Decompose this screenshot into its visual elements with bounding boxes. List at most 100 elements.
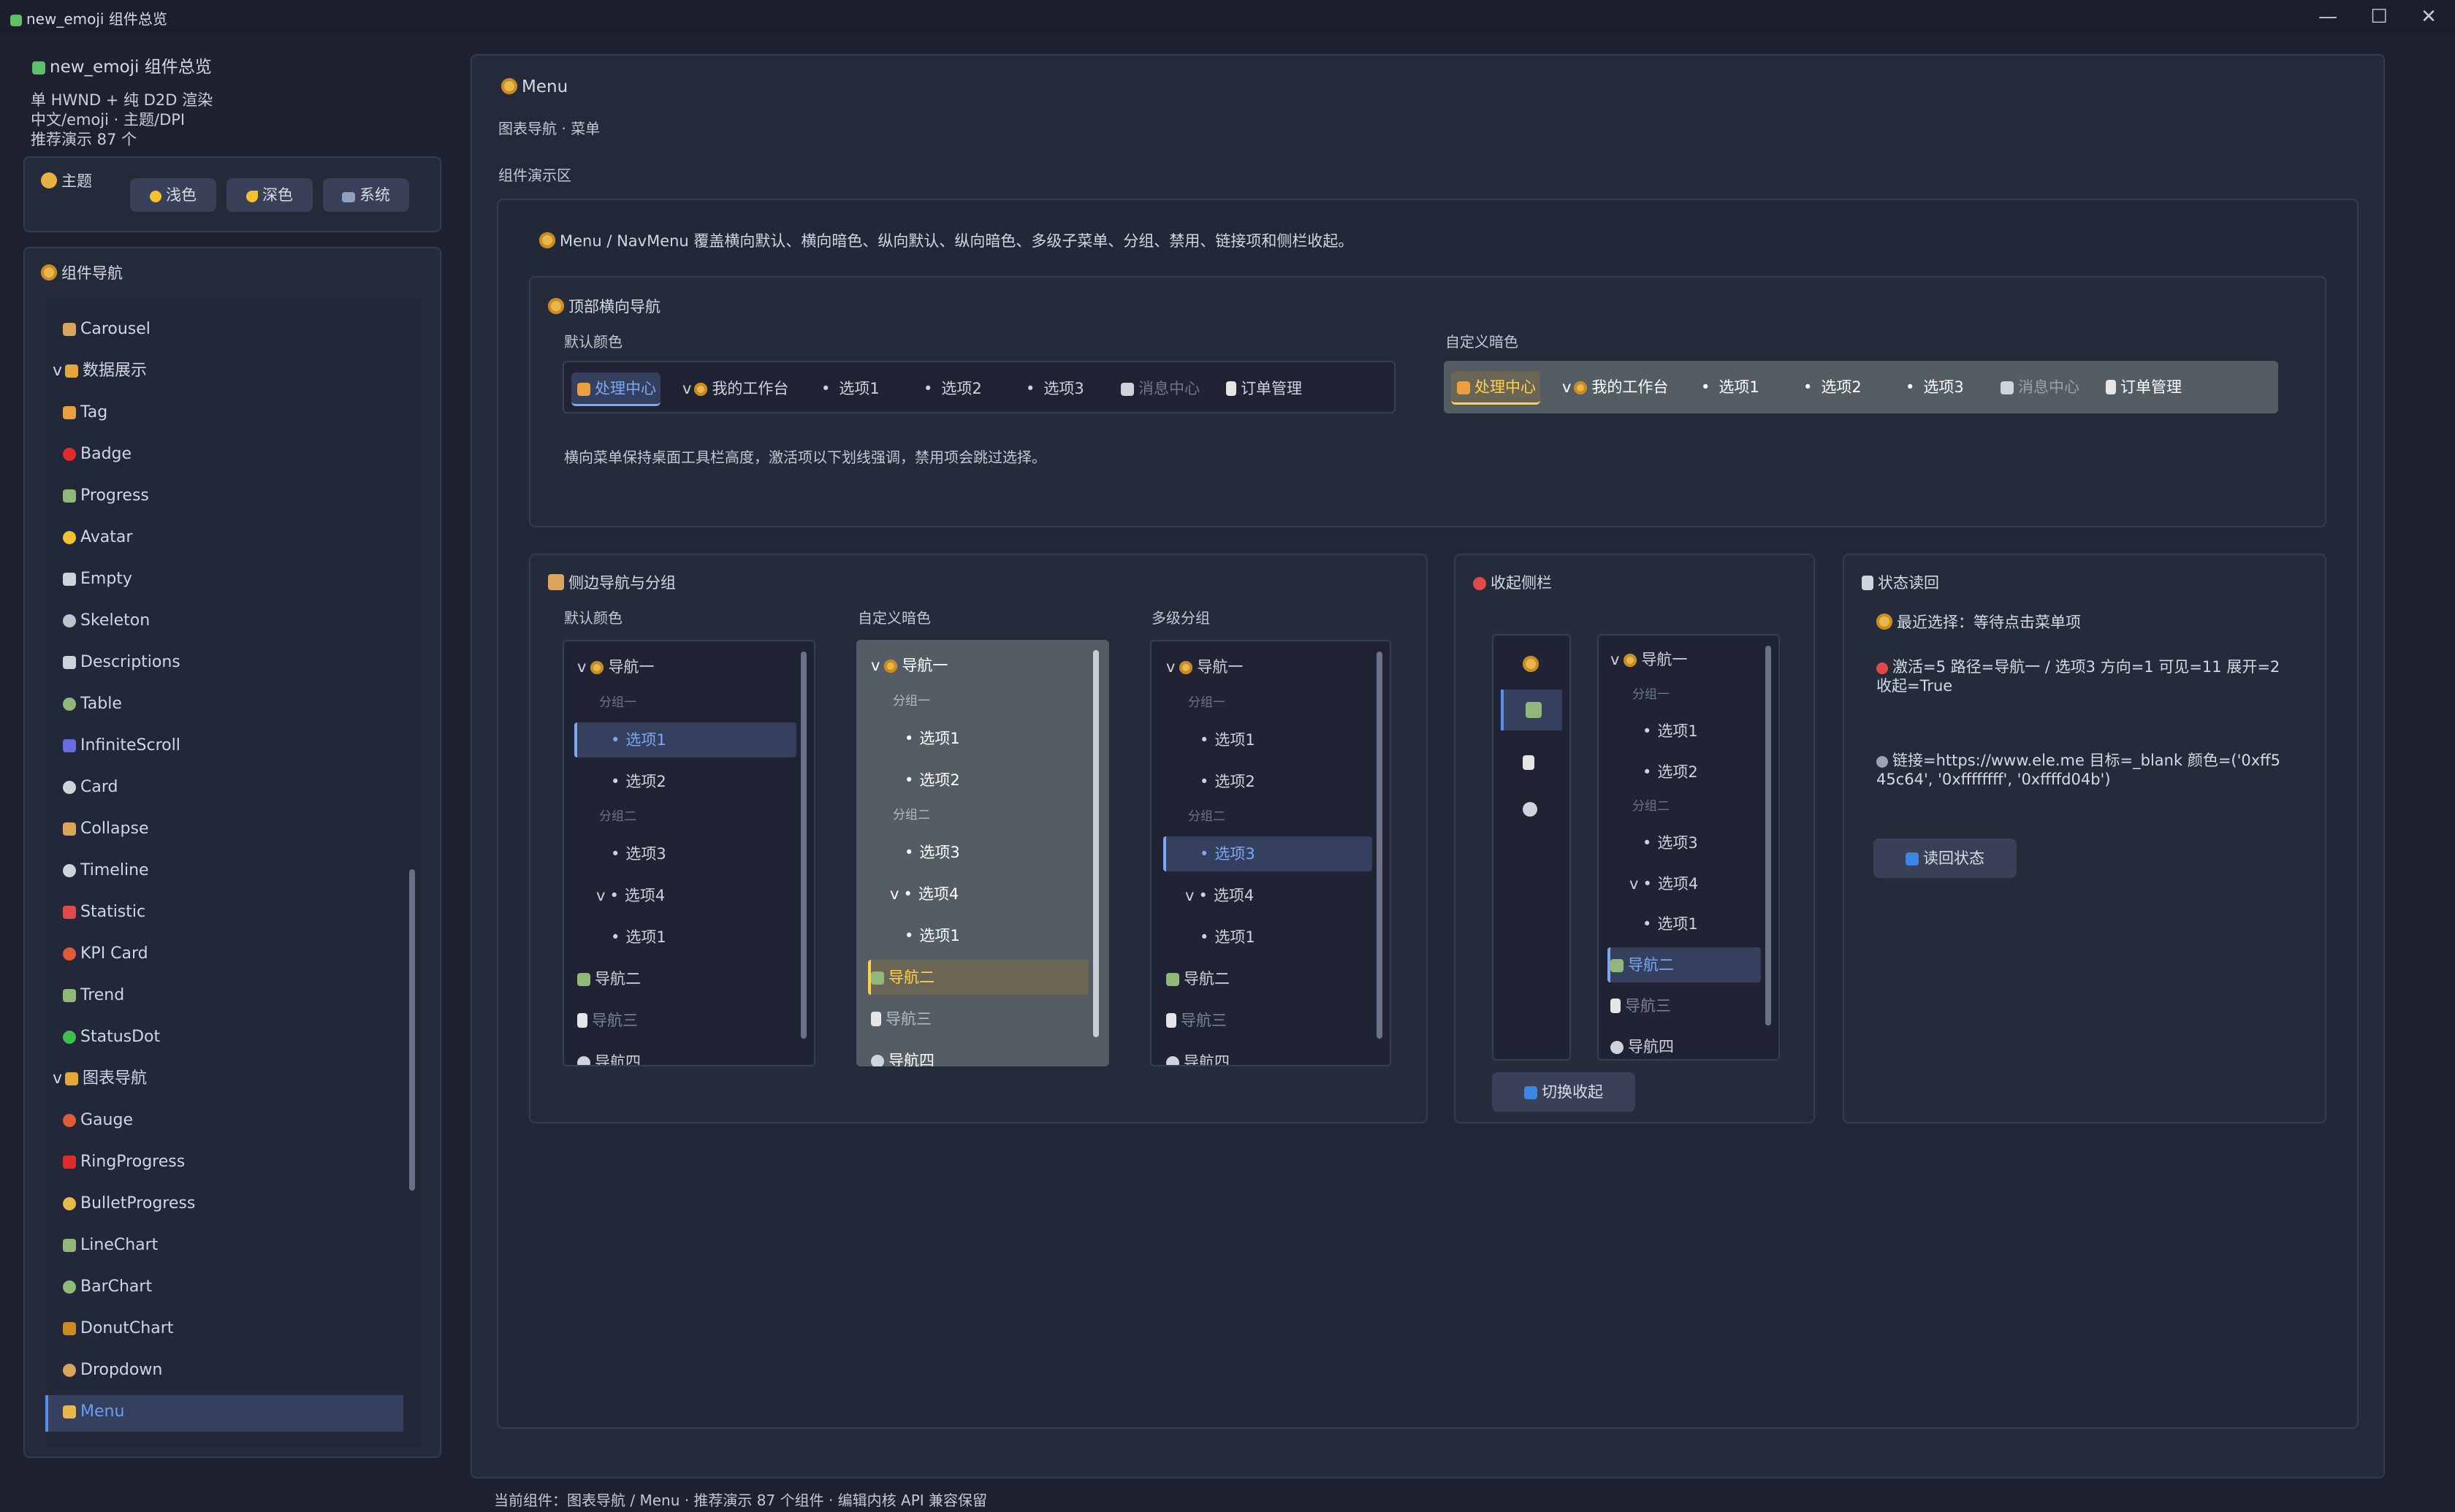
menu-item[interactable]: • 选项1 <box>611 919 666 955</box>
collapsed-item-3[interactable] <box>1523 754 1539 772</box>
menu-item[interactable]: v • 选项4 <box>1629 866 1698 902</box>
sidebar-item-descriptions[interactable]: Descriptions <box>63 644 180 681</box>
sidebar-item-statusdot[interactable]: StatusDot <box>63 1019 160 1055</box>
theme-dark-button[interactable]: 深色 <box>227 178 313 212</box>
menu-item-workbench[interactable]: v 我的工作台 <box>1562 361 1668 413</box>
menu-item[interactable]: • 选项3 <box>905 834 960 871</box>
menu-item-option2[interactable]: • 选项2 <box>918 362 982 415</box>
menu-item[interactable]: v • 选项4 <box>596 877 665 914</box>
sidebar-item-label: Progress <box>80 486 149 505</box>
sidebar-item-kpi-card[interactable]: KPI Card <box>63 936 148 972</box>
menu-item[interactable]: 导航二 <box>1610 947 1674 983</box>
menu-item[interactable]: 导航四 <box>577 1044 641 1065</box>
app-title-text: new_emoji 组件总览 <box>50 58 212 77</box>
sidebar-item-table[interactable]: Table <box>63 686 122 722</box>
maximize-button[interactable]: ☐ <box>2357 3 2401 31</box>
menu-item[interactable]: • 选项2 <box>905 762 960 798</box>
menu-item[interactable]: • 选项3 <box>611 836 666 872</box>
theme-system-button[interactable]: 系统 <box>323 178 409 212</box>
sidebar-item-dropdown[interactable]: Dropdown <box>63 1352 162 1389</box>
sidebar-item-carousel[interactable]: Carousel <box>63 311 151 348</box>
sidebar-item-menu[interactable]: Menu <box>63 1394 124 1430</box>
menu-item[interactable]: 导航四 <box>871 1042 935 1066</box>
collapse-title: 收起侧栏 <box>1473 571 1552 593</box>
menu-item[interactable]: • 选项2 <box>1200 763 1255 800</box>
collapsed-item-2[interactable] <box>1501 690 1562 730</box>
sidebar-item-timeline[interactable]: Timeline <box>63 852 149 889</box>
menu-item[interactable]: 导航三 <box>871 1001 932 1037</box>
close-button[interactable]: ✕ <box>2407 3 2451 31</box>
menu-item-option1[interactable]: • 选项1 <box>815 362 880 415</box>
sidebar-item-ringprogress[interactable]: RingProgress <box>63 1144 185 1180</box>
menu-item[interactable]: v • 选项4 <box>890 876 959 912</box>
menu-item[interactable]: v 导航一 <box>1166 649 1243 685</box>
sidebar-item-card[interactable]: Card <box>63 769 118 806</box>
menu-item[interactable]: 导航二 <box>871 959 935 996</box>
sidebar-item-bulletprogress[interactable]: BulletProgress <box>63 1185 195 1222</box>
menu-item[interactable]: • 选项3 <box>1643 825 1698 861</box>
readback-button[interactable]: 读回状态 <box>1873 839 2017 878</box>
sidebar-item-label: Skeleton <box>80 611 151 630</box>
sidebar-item-infinitescroll[interactable]: InfiniteScroll <box>63 728 180 764</box>
menu-item[interactable]: v 导航一 <box>1610 641 1687 678</box>
sidebar-item-avatar[interactable]: Avatar <box>63 519 132 556</box>
menu-item[interactable]: • 选项1 <box>1643 713 1698 749</box>
menu-item[interactable]: 导航三 <box>1166 1002 1227 1039</box>
menu-scrollbar[interactable] <box>801 652 807 1039</box>
sidebar-item-trend[interactable]: Trend <box>63 977 124 1014</box>
sidebar-item-数据展示[interactable]: v 数据展示 <box>53 353 147 389</box>
menu-item[interactable]: v 导航一 <box>871 647 948 684</box>
menu-item[interactable]: • 选项2 <box>611 763 666 800</box>
menu-item-orders[interactable]: 订单管理 <box>1226 362 1302 415</box>
sidebar-item-tag[interactable]: Tag <box>63 394 107 431</box>
menu-item-workbench[interactable]: v 我的工作台 <box>682 362 788 415</box>
menu-item[interactable]: 导航四 <box>1166 1044 1230 1065</box>
menu-item[interactable]: 导航四 <box>1610 1028 1674 1059</box>
nav-scrollbar[interactable] <box>409 869 415 1191</box>
minimize-button[interactable]: — <box>2306 3 2350 31</box>
menu-item-home[interactable]: 处理中心 <box>1457 361 1536 413</box>
sidebar-item-statistic[interactable]: Statistic <box>63 894 145 931</box>
menu-item[interactable]: • 选项1 <box>1200 722 1255 758</box>
menu-item-option3[interactable]: • 选项3 <box>1900 361 1964 413</box>
menu-item[interactable]: • 选项1 <box>905 917 960 954</box>
menu-scrollbar[interactable] <box>1093 650 1099 1037</box>
sidebar-item-donutchart[interactable]: DonutChart <box>63 1310 173 1347</box>
bullet-icon: • <box>1200 773 1209 790</box>
sidebar-item-gauge[interactable]: Gauge <box>63 1102 133 1139</box>
menu-item[interactable]: • 选项3 <box>1200 836 1255 872</box>
menu-item-home[interactable]: 处理中心 <box>577 362 656 415</box>
clipboard-icon <box>1862 576 1873 590</box>
menu-scrollbar[interactable] <box>1765 646 1771 1026</box>
sidebar-item-skeleton[interactable]: Skeleton <box>63 603 150 639</box>
collapsed-item-1[interactable] <box>1523 656 1543 674</box>
menu-item[interactable]: 导航三 <box>577 1002 638 1039</box>
menu-item[interactable]: v 导航一 <box>577 649 654 685</box>
side-nav-title-text: 侧边导航与分组 <box>568 574 676 592</box>
menu-item[interactable]: v • 选项4 <box>1185 877 1254 914</box>
menu-item[interactable]: 导航二 <box>577 961 641 997</box>
sidebar-item-label: Trend <box>80 986 125 1004</box>
menu-item[interactable]: • 选项1 <box>905 720 960 757</box>
menu-item-option1[interactable]: • 选项1 <box>1695 361 1759 413</box>
menu-item[interactable]: • 选项1 <box>611 722 666 758</box>
sidebar-item-collapse[interactable]: Collapse <box>63 811 149 847</box>
collapsed-item-4[interactable] <box>1523 801 1542 819</box>
menu-item-option3[interactable]: • 选项3 <box>1020 362 1084 415</box>
menu-item-option2[interactable]: • 选项2 <box>1797 361 1862 413</box>
theme-light-button[interactable]: 浅色 <box>130 178 216 212</box>
menu-item[interactable]: 导航三 <box>1610 988 1671 1024</box>
sidebar-item-图表导航[interactable]: v 图表导航 <box>53 1061 147 1097</box>
menu-item[interactable]: 导航二 <box>1166 961 1230 997</box>
toggle-collapse-button[interactable]: 切换收起 <box>1492 1072 1635 1112</box>
sidebar-item-badge[interactable]: Badge <box>63 436 132 473</box>
menu-item-orders[interactable]: 订单管理 <box>2106 361 2182 413</box>
sidebar-item-barchart[interactable]: BarChart <box>63 1269 152 1305</box>
menu-item[interactable]: • 选项2 <box>1643 754 1698 790</box>
sidebar-item-linechart[interactable]: LineChart <box>63 1227 158 1264</box>
menu-scrollbar[interactable] <box>1377 652 1382 1039</box>
sidebar-item-progress[interactable]: Progress <box>63 478 149 514</box>
menu-item[interactable]: • 选项1 <box>1200 919 1255 955</box>
menu-item[interactable]: • 选项1 <box>1643 906 1698 942</box>
sidebar-item-empty[interactable]: Empty <box>63 561 132 597</box>
